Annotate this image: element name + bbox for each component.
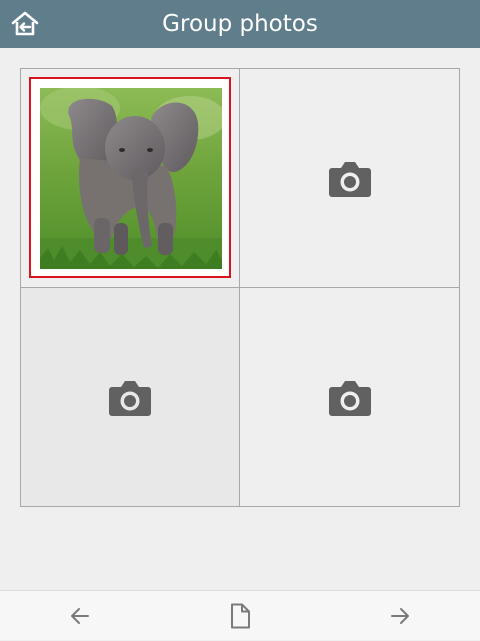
forward-button[interactable] — [376, 591, 424, 641]
document-button[interactable] — [216, 591, 264, 641]
arrow-left-icon — [71, 608, 89, 624]
arrow-right-icon — [391, 608, 409, 624]
photo-slot-1[interactable] — [21, 69, 240, 288]
camera-icon — [109, 381, 151, 416]
back-button[interactable] — [56, 591, 104, 641]
camera-icon — [328, 162, 371, 197]
app-header: Group photos — [0, 0, 480, 48]
photo-slot-4[interactable] — [240, 288, 459, 506]
photo-slot-2[interactable] — [240, 69, 459, 288]
photo-slot-3[interactable] — [21, 288, 240, 506]
bottom-toolbar — [0, 590, 480, 640]
document-icon — [231, 603, 250, 629]
camera-icon — [328, 381, 371, 416]
selected-highlight — [29, 77, 231, 278]
photo-grid — [20, 68, 460, 507]
elephant-photo[interactable] — [40, 88, 222, 269]
page-title: Group photos — [162, 11, 318, 37]
